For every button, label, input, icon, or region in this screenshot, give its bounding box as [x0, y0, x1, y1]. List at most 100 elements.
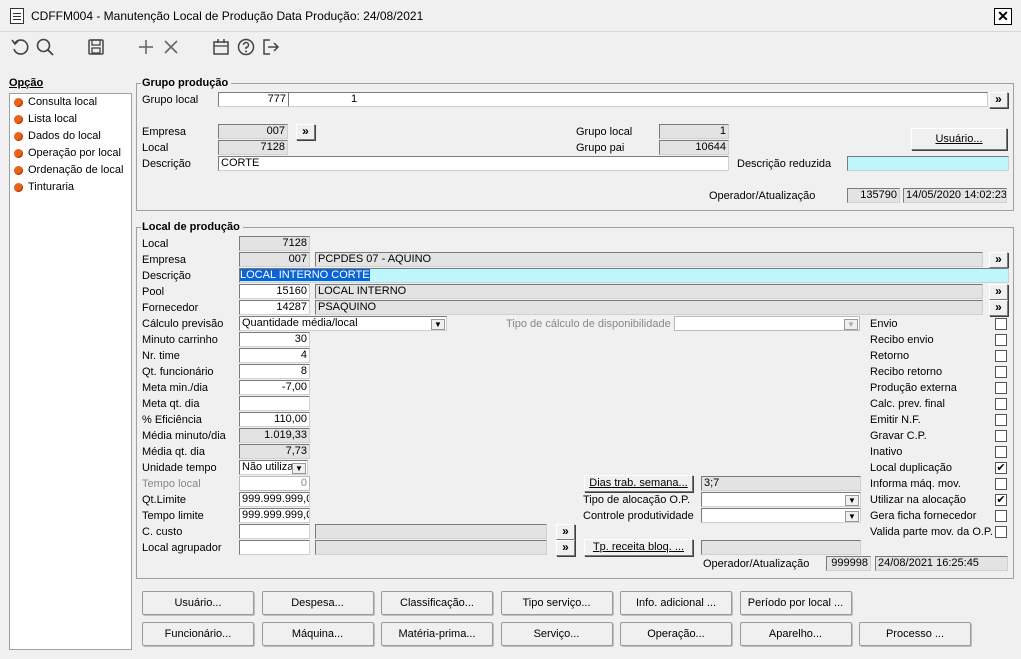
- save-icon[interactable]: [86, 37, 106, 57]
- qt-funcionario-field[interactable]: 8: [239, 364, 310, 379]
- emitir-n-f-checkbox[interactable]: [995, 414, 1007, 426]
- c-custo-field[interactable]: [239, 524, 310, 539]
- grupo-operador-field: 135790: [847, 188, 900, 203]
- operacao-button[interactable]: Operação...: [620, 622, 732, 646]
- meta-qt-dia-field[interactable]: [239, 396, 310, 411]
- tp-receita-bloq-field: [701, 540, 861, 555]
- dias-trab-semana-button[interactable]: Dias trab. semana...: [584, 475, 693, 492]
- envio-checkbox[interactable]: [995, 318, 1007, 330]
- bullet-icon: [14, 166, 23, 175]
- fornecedor-lookup-button[interactable]: »: [989, 300, 1008, 316]
- aparelho-button[interactable]: Aparelho...: [739, 622, 852, 646]
- gera-ficha-fornecedor-checkbox[interactable]: [995, 510, 1007, 522]
- usuario-button[interactable]: Usuário...: [911, 128, 1007, 150]
- retorno-checkbox[interactable]: [995, 350, 1007, 362]
- qt-limite-field[interactable]: 999.999.999,0: [239, 492, 310, 507]
- gravar-c-p-checkbox[interactable]: [995, 430, 1007, 442]
- despesa-button[interactable]: Despesa...: [261, 591, 374, 615]
- info-adicional-button[interactable]: Info. adicional ...: [620, 591, 732, 615]
- sidebar-item-operacao-local[interactable]: Operação por local: [10, 145, 131, 162]
- refresh-icon[interactable]: [10, 37, 30, 57]
- sidebar-item-label: Lista local: [28, 113, 77, 125]
- delete-icon[interactable]: [161, 37, 181, 57]
- minuto-carrinho-field[interactable]: 30: [239, 332, 310, 347]
- local-field: 7128: [218, 140, 288, 155]
- usuario-button[interactable]: Usuário...: [142, 591, 254, 615]
- grupo-local-lookup-button[interactable]: »: [989, 92, 1008, 108]
- producao-externa-checkbox[interactable]: [995, 382, 1007, 394]
- fornecedor-name-field: PSAQUINO: [315, 300, 983, 315]
- funcionario-button[interactable]: Funcionário...: [142, 622, 254, 646]
- meta-min-dia-field[interactable]: -7,00: [239, 380, 310, 395]
- sidebar-item-tinturaria[interactable]: Tinturaria: [10, 179, 131, 196]
- add-icon[interactable]: [136, 37, 156, 57]
- recibo-envio-label: Recibo envio: [870, 334, 934, 346]
- calendar-icon[interactable]: [211, 37, 231, 57]
- calculo-previsao-select[interactable]: Quantidade média/local ▼: [239, 316, 447, 331]
- grupo-local-seq-field[interactable]: 1: [288, 92, 988, 107]
- descricao-reduzida-field[interactable]: [847, 156, 1009, 171]
- tipo-calculo-select[interactable]: ▼: [674, 316, 860, 331]
- unidade-tempo-select[interactable]: Não utiliza ▼: [239, 460, 308, 475]
- local-duplicacao-checkbox[interactable]: ✔: [995, 462, 1007, 474]
- controle-produtividade-select[interactable]: ▼: [701, 508, 861, 523]
- local-agrupador-lookup-button[interactable]: »: [556, 540, 575, 556]
- grupo-pai-label: Grupo pai: [576, 142, 625, 154]
- gravar-c-p-label: Gravar C.P.: [870, 430, 927, 442]
- eficiencia-field[interactable]: 110,00: [239, 412, 310, 427]
- grupo-atualizacao-field: 14/05/2020 14:02:23: [903, 188, 1007, 203]
- descricao-field[interactable]: LOCAL INTERNO CORTE: [239, 268, 1009, 283]
- sidebar-item-label: Consulta local: [28, 96, 98, 108]
- fornecedor-label: Fornecedor: [142, 302, 199, 314]
- local-agrupador-field[interactable]: [239, 540, 310, 555]
- close-button[interactable]: ✕: [994, 8, 1012, 25]
- calculo-previsao-label: Cálculo previsão: [142, 318, 224, 330]
- fornecedor-field[interactable]: 14287: [239, 300, 310, 315]
- utilizar-na-alocacao-checkbox[interactable]: ✔: [995, 494, 1007, 506]
- materia-prima-button[interactable]: Matéria-prima...: [381, 622, 493, 646]
- informa-maq-mov-checkbox[interactable]: [995, 478, 1007, 490]
- pool-field[interactable]: 15160: [239, 284, 310, 299]
- dias-trab-semana-field: 3;7: [701, 476, 861, 491]
- descricao-selected-text: LOCAL INTERNO CORTE: [240, 269, 370, 281]
- descricao-reduzida-label: Descrição reduzida: [737, 158, 832, 170]
- recibo-retorno-checkbox[interactable]: [995, 366, 1007, 378]
- local-field: 7128: [239, 236, 310, 251]
- tipo-alocacao-select[interactable]: ▼: [701, 492, 861, 507]
- recibo-retorno-label: Recibo retorno: [870, 366, 943, 378]
- search-icon[interactable]: [35, 37, 55, 57]
- servico-button[interactable]: Serviço...: [500, 622, 613, 646]
- media-qt-dia-field: 7,73: [239, 444, 310, 459]
- classificacao-button[interactable]: Classificação...: [381, 591, 493, 615]
- grupo-local-field[interactable]: 777: [218, 92, 289, 107]
- sidebar-item-lista-local[interactable]: Lista local: [10, 111, 131, 128]
- bullet-icon: [14, 149, 23, 158]
- recibo-envio-checkbox[interactable]: [995, 334, 1007, 346]
- exit-icon[interactable]: [261, 37, 281, 57]
- tempo-limite-field[interactable]: 999.999.999,0: [239, 508, 310, 523]
- producao-externa-label: Produção externa: [870, 382, 957, 394]
- sidebar-item-dados-local[interactable]: Dados do local: [10, 128, 131, 145]
- descricao-field[interactable]: CORTE: [218, 156, 729, 171]
- maquina-button[interactable]: Máquina...: [261, 622, 374, 646]
- media-qt-dia-label: Média qt. dia: [142, 446, 205, 458]
- emitir-n-f-label: Emitir N.F.: [870, 414, 921, 426]
- c-custo-lookup-button[interactable]: »: [556, 524, 575, 540]
- tp-receita-bloq-button[interactable]: Tp. receita bloq. ...: [584, 539, 693, 556]
- pool-lookup-button[interactable]: »: [989, 284, 1008, 300]
- empresa-lookup-button[interactable]: »: [296, 124, 315, 140]
- sidebar-item-ordenacao-local[interactable]: Ordenação de local: [10, 162, 131, 179]
- processo-button[interactable]: Processo ...: [859, 622, 971, 646]
- utilizar-na-alocacao-label: Utilizar na alocação: [870, 494, 966, 506]
- calc-prev-final-checkbox[interactable]: [995, 398, 1007, 410]
- empresa-field: 007: [218, 124, 288, 139]
- inativo-checkbox[interactable]: [995, 446, 1007, 458]
- help-icon[interactable]: [236, 37, 256, 57]
- tempo-local-field[interactable]: 0: [239, 476, 310, 491]
- nr-time-field[interactable]: 4: [239, 348, 310, 363]
- empresa-lookup-button[interactable]: »: [989, 252, 1008, 268]
- valida-parte-mov-da-o-p-checkbox[interactable]: [995, 526, 1007, 538]
- sidebar-item-consulta-local[interactable]: Consulta local: [10, 94, 131, 111]
- tipo-servico-button[interactable]: Tipo serviço...: [500, 591, 613, 615]
- periodo-por-local-button[interactable]: Período por local ...: [739, 591, 852, 615]
